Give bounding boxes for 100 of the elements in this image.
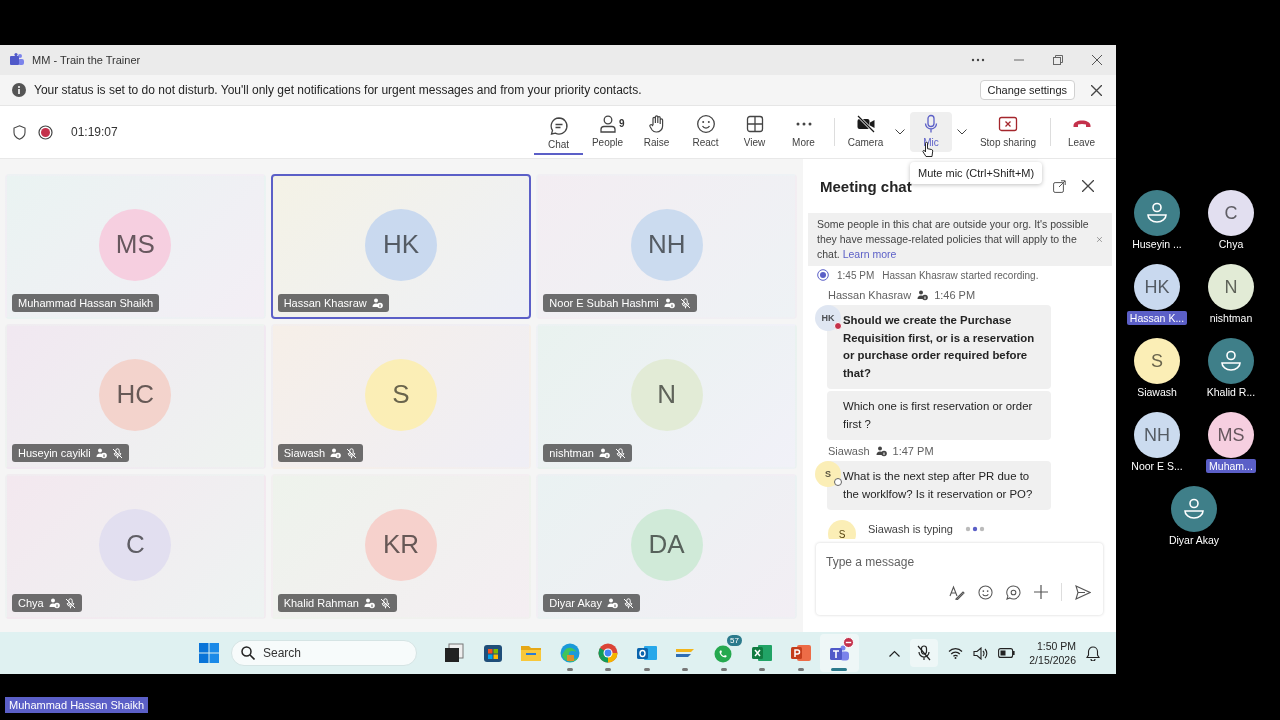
more-icon[interactable] (971, 58, 985, 62)
change-settings-button[interactable]: Change settings (979, 80, 1075, 100)
participant-tile[interactable]: HK Hassan Khasraw (270, 174, 532, 319)
participant-tile[interactable]: S Siawash (270, 324, 532, 469)
avatar[interactable] (1134, 190, 1180, 236)
view-button[interactable]: View (730, 112, 779, 152)
close-icon[interactable] (1082, 180, 1094, 192)
volume-icon[interactable] (973, 646, 989, 660)
typing-dots-icon (965, 526, 985, 532)
chat-icon (548, 116, 569, 136)
search-field[interactable]: Search (231, 640, 417, 666)
clock[interactable]: 1:50 PM 2/15/2026 (1029, 639, 1076, 667)
avatar[interactable]: S (1134, 338, 1180, 384)
person-icon (1182, 497, 1206, 521)
guest-icon (917, 289, 929, 301)
avatar: N (630, 358, 703, 431)
chat-title: Meeting chat (820, 177, 912, 195)
author-name: Hassan Khasraw (828, 289, 912, 301)
avatar[interactable]: HK (1134, 264, 1180, 310)
start-icon[interactable] (199, 643, 219, 663)
browser-icon (597, 642, 620, 664)
message-field[interactable]: Type a message (816, 543, 1103, 575)
chat-button[interactable]: Chat (534, 109, 583, 155)
message-time: 1:46 PM (934, 289, 976, 301)
person-icon (1219, 349, 1243, 373)
participant-name: Khalid R... (1205, 385, 1257, 399)
participant-tile[interactable]: NH Noor E Subah Hashmi (536, 174, 797, 319)
stop-sharing-button[interactable]: Stop sharing (972, 112, 1044, 152)
participant-tile[interactable]: DA Diyar Akay (536, 474, 797, 619)
participant-name: Diyar Akay (1167, 533, 1221, 547)
participant-name: Noor E Subah Hashmi (549, 297, 659, 309)
bell-icon[interactable] (1086, 645, 1100, 661)
loop-icon[interactable] (1006, 584, 1021, 600)
avatar: HC (99, 358, 172, 431)
caret-icon[interactable] (895, 129, 905, 135)
event-time: 1:45 PM (837, 269, 875, 281)
avatar[interactable]: NH (1134, 412, 1180, 458)
pop-out-icon[interactable] (1053, 179, 1066, 193)
person-icon (1145, 201, 1169, 225)
avatar[interactable]: N (1208, 264, 1254, 310)
participant-tile[interactable]: KR Khalid Rahman (270, 474, 532, 619)
smiley-icon (695, 114, 716, 134)
plus-icon[interactable] (1034, 585, 1048, 599)
leave-button[interactable]: Leave (1057, 112, 1106, 152)
teams-icon (10, 53, 24, 67)
participant-tile[interactable]: MS Muhammad Hassan Shaikh (5, 174, 266, 319)
store-icon (481, 642, 504, 664)
battery-icon[interactable] (998, 648, 1016, 658)
participant-tile[interactable]: C Chya (5, 474, 266, 619)
guest-icon (875, 445, 887, 457)
window-title: MM - Train the Trainer (32, 54, 141, 66)
shield-icon (13, 124, 26, 140)
camera-button[interactable]: Camera (841, 112, 890, 152)
mic-button[interactable]: Mic (910, 112, 952, 152)
participant-name: Chya (18, 597, 44, 609)
participant-name: Siawash (1136, 385, 1178, 399)
participant-tile[interactable]: HC Huseyin cayikli (5, 324, 266, 469)
avatar[interactable] (1208, 338, 1254, 384)
participant-name: Huseyin cayikli (18, 447, 91, 459)
people-button[interactable]: 9 People (583, 112, 632, 152)
learn-more-link[interactable]: Learn more (842, 248, 897, 260)
close-icon[interactable] (1091, 84, 1102, 96)
notice-text: Some people in this chat are outside your org. It's possible they have message-related policies that will apply to the chat. Learn more (817, 217, 1090, 262)
avatar: S (815, 461, 841, 487)
close-icon[interactable] (1092, 55, 1102, 65)
grid-icon (744, 114, 765, 134)
participant-name: Hassan K... (1126, 311, 1188, 325)
participant-name: Chya (1217, 237, 1245, 251)
more-button[interactable]: More (779, 112, 828, 152)
participant-name: Khalid Rahman (283, 597, 359, 609)
format-icon[interactable] (949, 584, 965, 600)
participant-count: 9 (619, 118, 625, 130)
spreadsheet-app-icon (751, 642, 774, 664)
event-text: Hassan Khasraw started recording. (882, 269, 1039, 281)
tooltip: Mute mic (Ctrl+Shift+M) (910, 162, 1043, 184)
more-icon (795, 122, 812, 126)
react-button[interactable]: React (681, 112, 730, 152)
slides-app-icon (789, 642, 812, 664)
restore-icon[interactable] (1053, 55, 1063, 65)
raise-button[interactable]: Raise (632, 112, 681, 152)
message-bubble: Which one is first reservation or order first ? (827, 391, 1051, 440)
recording-icon (817, 269, 829, 281)
participant-name: Noor E S... (1130, 459, 1184, 473)
person-icon (597, 114, 618, 134)
participant-tile[interactable]: N nishtman (536, 324, 797, 469)
status-message: Your status is set to do not disturb. You'll only get notifications for urgent messages and from your priority contacts. (34, 83, 642, 97)
avatar[interactable]: MS (1208, 412, 1254, 458)
caret-icon[interactable] (957, 129, 967, 135)
chevron-up-icon[interactable] (889, 649, 901, 657)
typing-indicator: Siawash is typing (868, 523, 953, 535)
emoji-icon[interactable] (978, 584, 993, 600)
browser-icon (558, 642, 581, 664)
send-icon[interactable] (1075, 584, 1091, 600)
avatar: S (828, 520, 856, 539)
muted-mic-icon[interactable] (917, 645, 932, 661)
wifi-icon[interactable] (948, 647, 964, 659)
avatar[interactable]: C (1208, 190, 1254, 236)
avatar[interactable] (1171, 486, 1217, 532)
taskbar-button[interactable]: 57 (704, 634, 743, 672)
info-icon (12, 83, 26, 97)
